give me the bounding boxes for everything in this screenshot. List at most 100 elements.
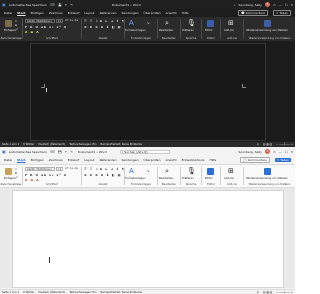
close-button[interactable]: ✕ xyxy=(290,3,293,7)
redo-icon[interactable]: ↷ xyxy=(70,150,73,154)
focus-icon[interactable]: ◎ xyxy=(257,291,259,294)
undo-icon[interactable]: ↶ xyxy=(65,150,68,154)
font-name-select[interactable]: Calibri (Textkörper) xyxy=(25,167,55,171)
tab-sendungen[interactable]: Sendungen xyxy=(122,11,139,15)
save-icon[interactable]: 💾 xyxy=(58,3,62,7)
paste-label[interactable]: Einfügen xyxy=(4,29,15,32)
addins-icon[interactable]: ⊞ xyxy=(228,20,235,27)
undo-icon[interactable]: ↶ xyxy=(65,3,68,7)
styles-pane-icon[interactable]: ⇲ xyxy=(147,22,149,25)
user-name[interactable]: Sonnberg, Sally xyxy=(238,150,261,154)
document-page[interactable] xyxy=(30,43,266,141)
addins-button[interactable]: Add-Ins xyxy=(224,29,234,32)
list-icons[interactable]: ☰ ☷ ⋮≡ ⇤ ⇥ ↕ ¶ xyxy=(84,19,124,23)
editor-icon[interactable] xyxy=(207,168,214,175)
ribbon-display-icon[interactable]: ▭ xyxy=(273,3,276,7)
tab-datei[interactable]: Datei xyxy=(4,158,12,162)
tab-entwicklertools[interactable]: Entwicklertools xyxy=(182,158,205,162)
find-icon[interactable]: ⌕ xyxy=(165,168,172,175)
tab-layout[interactable]: Layout xyxy=(84,11,94,15)
editor-button[interactable]: Editor xyxy=(205,29,213,32)
copy-icon[interactable]: ⧉ xyxy=(15,172,17,175)
tab-start[interactable]: Start xyxy=(17,11,26,15)
styles-icon[interactable]: A xyxy=(129,168,136,175)
search-icon[interactable]: ⌕ xyxy=(234,3,236,7)
grow-font-icon[interactable]: A↑ A↓ Aa xyxy=(65,19,78,22)
search-box[interactable]: ⌕ Suchen (Alt+Q) xyxy=(119,149,170,154)
status-page[interactable]: Seite 1 von 1 xyxy=(2,143,19,146)
dictate-button[interactable]: Diktieren xyxy=(182,29,194,32)
autosave-toggle[interactable] xyxy=(49,3,55,6)
minimize-button[interactable]: — xyxy=(279,150,282,154)
tab-referenzen[interactable]: Referenzen xyxy=(100,158,117,162)
find-icon[interactable]: ⌕ xyxy=(165,20,172,27)
comments-button[interactable]: 💬 Kommentare xyxy=(237,10,268,16)
format-buttons[interactable]: F K U ab x₂ x² A xyxy=(25,25,67,29)
tab-einfuegen[interactable]: Einfügen xyxy=(31,11,44,15)
tab-einfuegen[interactable]: Einfügen xyxy=(31,158,44,162)
reuse-button[interactable]: Wiederverwendung von Dateien xyxy=(246,177,288,180)
view-icons[interactable]: ▤ ▦ ▥ xyxy=(263,291,272,294)
tab-entwurf[interactable]: Entwurf xyxy=(68,11,80,15)
maximize-button[interactable]: ☐ xyxy=(285,150,288,154)
tab-entwurf[interactable]: Entwurf xyxy=(68,158,80,162)
font-name-select[interactable]: Calibri (Textkörper) xyxy=(25,19,55,23)
document-page[interactable] xyxy=(12,190,284,288)
tab-start[interactable]: Start xyxy=(17,158,26,162)
list-icons[interactable]: ☰ ☷ ⋮≡ ⇤ ⇥ ↕ ¶ xyxy=(84,167,124,171)
paste-icon[interactable] xyxy=(5,20,12,27)
save-icon[interactable]: 💾 xyxy=(58,150,62,154)
comments-button[interactable]: 💬 Kommentare xyxy=(239,157,270,163)
microphone-icon[interactable]: 🎙 xyxy=(187,168,196,175)
status-language[interactable]: Deutsch (Österreich) xyxy=(38,143,65,146)
tab-sendungen[interactable]: Sendungen xyxy=(122,158,139,162)
status-page[interactable]: Seite 1 von 1 xyxy=(2,291,19,294)
tab-hilfe[interactable]: Hilfe xyxy=(209,158,216,162)
styles-icon[interactable]: A xyxy=(129,20,136,27)
align-icons[interactable]: ≡ ≡ ≡ ≡ ↨ ◧ ▦ xyxy=(84,25,122,29)
format-buttons[interactable]: F K U ab x₂ x² A xyxy=(25,173,67,177)
ribbon-display-icon[interactable]: ▭ xyxy=(273,150,276,154)
addins-button[interactable]: Add-Ins xyxy=(224,177,234,180)
cut-icon[interactable]: ✂ xyxy=(15,20,17,23)
font-size-select[interactable]: 11 xyxy=(56,167,63,171)
paste-label[interactable]: Einfügen xyxy=(4,177,15,180)
user-name[interactable]: Sonnberg, Sally xyxy=(238,3,261,7)
share-button[interactable]: ⇪ Teilen xyxy=(274,158,291,162)
tab-hilfe[interactable]: Hilfe xyxy=(182,11,189,15)
tab-zeichnen[interactable]: Zeichnen xyxy=(49,158,63,162)
tab-layout[interactable]: Layout xyxy=(84,158,94,162)
align-icons[interactable]: ≡ ≡ ≡ ≡ ↨ ◧ ▦ xyxy=(84,173,122,177)
microphone-icon[interactable]: 🎙 xyxy=(187,20,196,27)
view-icons[interactable]: ▤ ▦ ▥ xyxy=(263,143,272,146)
tab-ueberpruefen[interactable]: Überprüfen xyxy=(144,158,161,162)
status-accessibility[interactable]: Barrierefreiheit: Keine Probleme xyxy=(101,291,142,294)
reuse-files-icon[interactable] xyxy=(264,168,271,175)
addins-icon[interactable]: ⊞ xyxy=(228,168,235,175)
editing-button[interactable]: Bearbeiten xyxy=(159,29,173,32)
font-size-select[interactable]: 11 xyxy=(56,19,63,23)
highlight-icon[interactable]: A ▬ A xyxy=(25,178,40,182)
paste-icon[interactable] xyxy=(5,168,12,175)
tab-ansicht[interactable]: Ansicht xyxy=(166,158,177,162)
copy-icon[interactable]: ⧉ xyxy=(15,24,17,27)
minimize-button[interactable]: — xyxy=(279,3,282,7)
reuse-files-icon[interactable] xyxy=(264,20,271,27)
share-button[interactable]: ⇪ Teilen xyxy=(272,10,291,16)
editor-button[interactable]: Editor xyxy=(205,177,213,180)
close-button[interactable]: ✕ xyxy=(290,150,293,154)
status-prediction[interactable]: Textvorhersagen: Ein xyxy=(69,143,96,146)
format-painter-icon[interactable]: 🖌 xyxy=(15,176,18,179)
grow-font-icon[interactable]: A↑ A↓ Aa xyxy=(65,167,78,170)
formatvorlagen-button[interactable]: Formatvorlagen xyxy=(125,29,146,32)
dictate-button[interactable]: Diktieren xyxy=(182,177,194,180)
format-painter-icon[interactable]: 🖌 xyxy=(15,28,18,31)
status-prediction[interactable]: Textvorhersagen: Ein xyxy=(69,291,96,294)
focus-icon[interactable]: ◎ xyxy=(257,143,259,146)
avatar[interactable]: S xyxy=(264,149,270,154)
editing-button[interactable]: Bearbeiten xyxy=(159,177,173,180)
cut-icon[interactable]: ✂ xyxy=(15,168,17,171)
avatar[interactable]: S xyxy=(264,2,270,7)
tab-ansicht[interactable]: Ansicht xyxy=(166,11,177,15)
highlight-icon[interactable]: A ▬ A xyxy=(25,30,40,34)
